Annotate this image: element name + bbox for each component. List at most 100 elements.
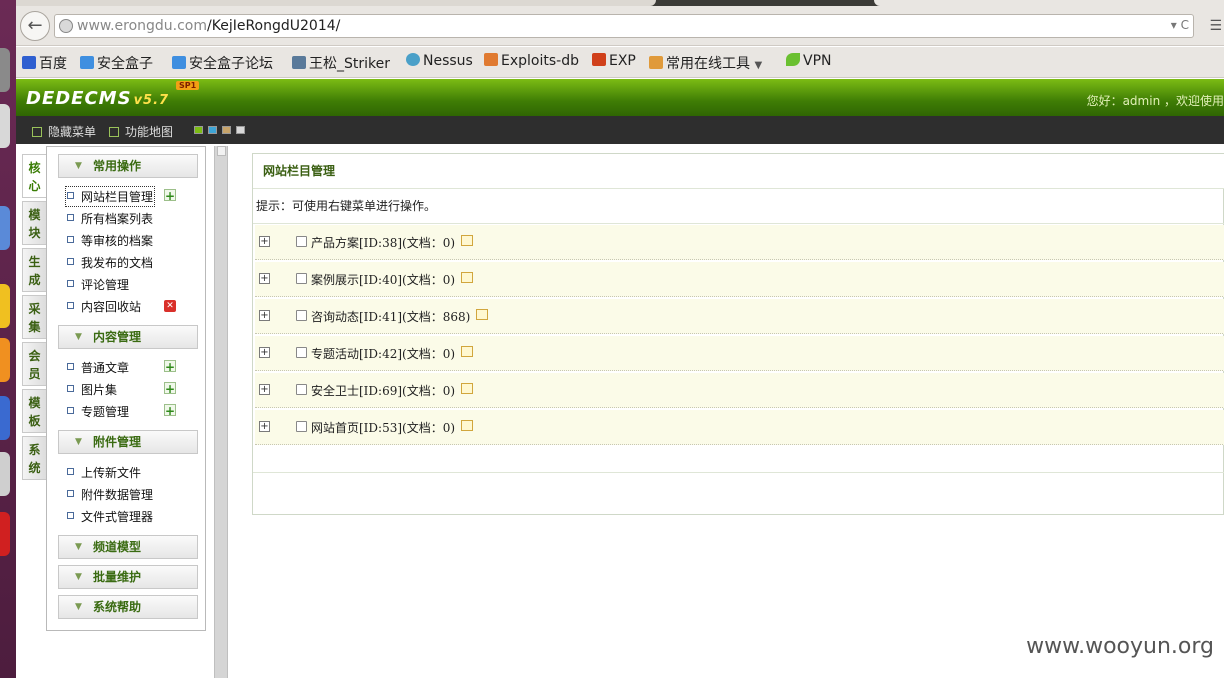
bookmark-baidu[interactable]: 百度: [22, 53, 67, 73]
category-label-wrap: 网站首页[ID:53](文档：0): [311, 419, 474, 436]
row-checkbox[interactable]: [296, 347, 307, 358]
hide-menu-button[interactable]: 隐藏菜单: [32, 123, 96, 140]
edit-icon[interactable]: [476, 309, 489, 320]
category-row[interactable]: + 安全卫士[ID:69](文档：0): [255, 373, 1224, 408]
expand-icon[interactable]: +: [259, 347, 270, 358]
splitter-handle[interactable]: [217, 146, 226, 156]
sidebar-item-pending-archives[interactable]: 等审核的档案: [67, 232, 153, 249]
group-common-ops[interactable]: ▼ 常用操作: [58, 154, 198, 178]
back-button[interactable]: ←: [20, 11, 50, 41]
launcher-app-icon[interactable]: [0, 48, 10, 92]
row-checkbox[interactable]: [296, 273, 307, 284]
folder-icon: [649, 56, 663, 69]
grid-icon: [109, 127, 119, 137]
add-icon[interactable]: +: [164, 404, 176, 417]
category-label[interactable]: 产品方案[ID:38](文档：0): [311, 236, 455, 250]
skin-swatch-green[interactable]: [194, 126, 203, 134]
row-checkbox[interactable]: [296, 421, 307, 432]
sidebar-item-file-manager[interactable]: 文件式管理器: [67, 508, 153, 525]
group-channel-models[interactable]: ▼ 频道模型: [58, 535, 198, 559]
skin-swatch-gray[interactable]: [236, 126, 245, 134]
frame-splitter[interactable]: [214, 146, 228, 678]
sidebar-item-recycle-bin[interactable]: 内容回收站: [67, 298, 141, 315]
launcher-app-icon[interactable]: [0, 396, 10, 440]
sidebar-item-comments[interactable]: 评论管理: [67, 276, 129, 293]
add-icon[interactable]: +: [164, 360, 176, 373]
edit-icon[interactable]: [461, 346, 474, 357]
launcher-app-icon[interactable]: [0, 512, 10, 556]
bookmark-exp[interactable]: EXP: [592, 53, 636, 69]
add-icon[interactable]: +: [164, 382, 176, 395]
edit-icon[interactable]: [461, 272, 474, 283]
tab-members[interactable]: 会员: [22, 342, 46, 386]
edit-icon[interactable]: [461, 235, 474, 246]
reload-icon[interactable]: ▾ C: [1171, 18, 1189, 32]
sidebar-item-upload-file[interactable]: 上传新文件: [67, 464, 141, 481]
group-batch-maintenance[interactable]: ▼ 批量维护: [58, 565, 198, 589]
group-title: 常用操作: [93, 159, 142, 173]
group-attachments[interactable]: ▼ 附件管理: [58, 430, 198, 454]
tab-generate[interactable]: 生成: [22, 248, 46, 292]
category-label[interactable]: 网站首页[ID:53](文档：0): [311, 421, 455, 435]
expand-icon[interactable]: +: [259, 421, 270, 432]
address-bar[interactable]: www.erongdu.com/KejIeRongdU2014/ ▾ C: [54, 14, 1194, 38]
expand-icon[interactable]: +: [259, 236, 270, 247]
chevron-down-icon: ▼: [75, 332, 82, 342]
category-row[interactable]: + 咨询动态[ID:41](文档：868): [255, 299, 1224, 334]
expand-icon[interactable]: +: [259, 384, 270, 395]
menu-icon[interactable]: ☰: [1209, 18, 1222, 34]
launcher-app-icon[interactable]: [0, 452, 10, 496]
row-checkbox[interactable]: [296, 384, 307, 395]
skin-swatch-blue[interactable]: [208, 126, 217, 134]
row-checkbox[interactable]: [296, 236, 307, 247]
category-label[interactable]: 安全卫士[ID:69](文档：0): [311, 384, 455, 398]
page-title: 网站栏目管理: [253, 154, 1224, 189]
group-system-help[interactable]: ▼ 系统帮助: [58, 595, 198, 619]
sidebar-item-attachment-data[interactable]: 附件数据管理: [67, 486, 153, 503]
skin-swatch-brown[interactable]: [222, 126, 231, 134]
bookmark-anquanhezi-forum[interactable]: 安全盒子论坛: [172, 53, 273, 73]
edit-icon[interactable]: [461, 383, 474, 394]
tab-modules[interactable]: 模块: [22, 201, 46, 245]
bookmark-label: Exploits-db: [501, 53, 579, 69]
sidebar-item-my-documents[interactable]: 我发布的文档: [67, 254, 153, 271]
group-content-manage[interactable]: ▼ 内容管理: [58, 325, 198, 349]
category-row[interactable]: + 专题活动[ID:42](文档：0): [255, 336, 1224, 371]
url-text: www.erongdu.com/KejIeRongdU2014/: [77, 18, 340, 34]
tab-core[interactable]: 核心: [22, 154, 46, 198]
url-host: www.erongdu.com: [77, 18, 208, 34]
sidebar-item-galleries[interactable]: 图片集: [67, 381, 117, 398]
expand-icon[interactable]: +: [259, 273, 270, 284]
category-row[interactable]: + 产品方案[ID:38](文档：0): [255, 225, 1224, 260]
bookmark-exploitsdb[interactable]: Exploits-db: [484, 53, 579, 69]
launcher-app-icon[interactable]: [0, 206, 10, 250]
row-checkbox[interactable]: [296, 310, 307, 321]
tab-templates[interactable]: 模板: [22, 389, 46, 433]
category-label[interactable]: 咨询动态[ID:41](文档：868): [311, 310, 470, 324]
category-label[interactable]: 专题活动[ID:42](文档：0): [311, 347, 455, 361]
bookmark-striker[interactable]: 王松_Striker: [292, 53, 390, 73]
sidebar-item-topics[interactable]: 专题管理: [67, 403, 129, 420]
category-row[interactable]: + 网站首页[ID:53](文档：0): [255, 410, 1224, 445]
bookmark-vpn[interactable]: VPN: [786, 53, 832, 69]
category-label[interactable]: 案例展示[ID:40](文档：0): [311, 273, 455, 287]
launcher-app-icon[interactable]: [0, 338, 10, 382]
cms-toolbar: 隐藏菜单 功能地图: [16, 116, 1224, 144]
bookmark-nessus[interactable]: Nessus: [406, 53, 473, 69]
launcher-app-icon[interactable]: [0, 104, 10, 148]
sidebar-item-articles[interactable]: 普通文章: [67, 359, 129, 376]
site-map-button[interactable]: 功能地图: [109, 123, 173, 140]
category-manager-panel: 网站栏目管理 提示：可使用右键菜单进行操作。 + 产品方案[ID:38](文档：…: [252, 153, 1224, 515]
add-icon[interactable]: +: [164, 189, 176, 202]
tab-collect[interactable]: 采集: [22, 295, 46, 339]
sidebar-item-all-archives[interactable]: 所有档案列表: [67, 210, 153, 227]
edit-icon[interactable]: [461, 420, 474, 431]
clear-icon[interactable]: ✕: [164, 300, 176, 312]
bookmark-folder-tools[interactable]: 常用在线工具 ▼: [649, 53, 762, 73]
launcher-app-icon[interactable]: [0, 284, 10, 328]
bookmark-anquanhezi[interactable]: 安全盒子: [80, 53, 153, 73]
tab-system[interactable]: 系统: [22, 436, 46, 480]
expand-icon[interactable]: +: [259, 310, 270, 321]
sidebar-item-category-manage[interactable]: 网站栏目管理: [64, 186, 156, 207]
category-row[interactable]: + 案例展示[ID:40](文档：0): [255, 262, 1224, 297]
